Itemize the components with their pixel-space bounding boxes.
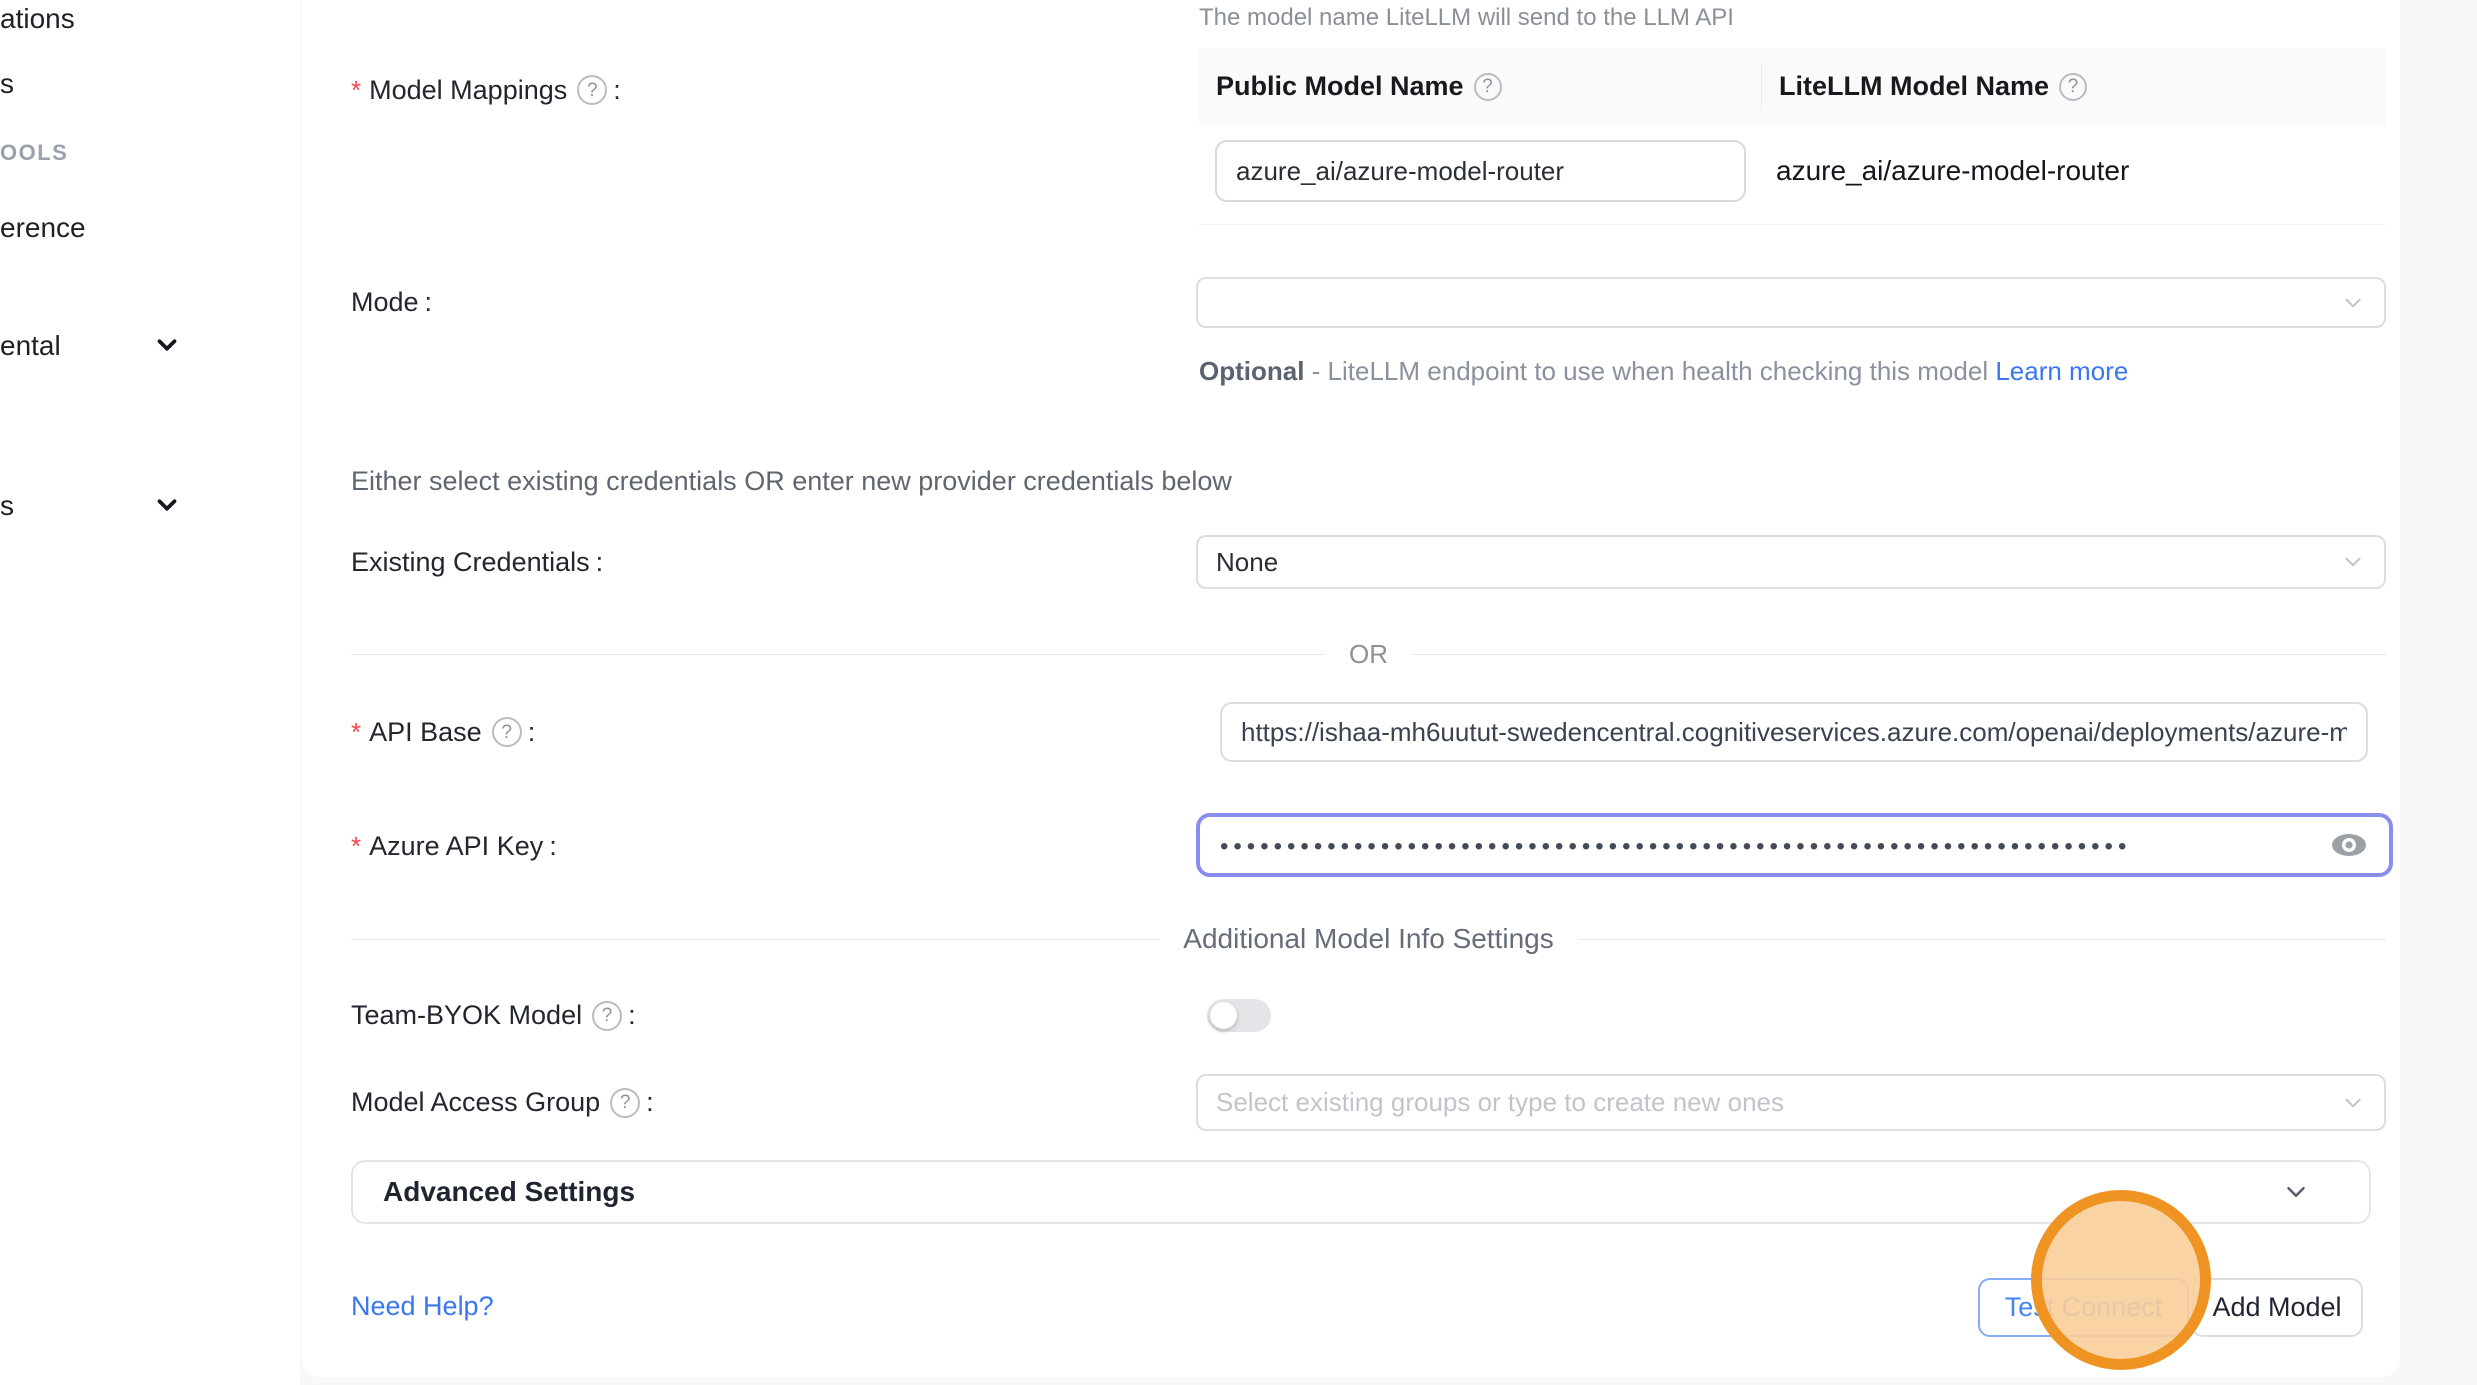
model-access-group-select[interactable]: Select existing groups or type to create… bbox=[1196, 1074, 2386, 1131]
help-circle-icon[interactable]: ? bbox=[492, 717, 522, 747]
existing-credentials-label: Existing Credentials : bbox=[351, 535, 603, 589]
chevron-down-icon bbox=[2340, 290, 2366, 316]
mode-help-text: Optional - LiteLLM endpoint to use when … bbox=[1199, 350, 2159, 392]
litellm-model-name-value: azure_ai/azure-model-router bbox=[1776, 125, 2129, 217]
need-help-link[interactable]: Need Help? bbox=[351, 1291, 494, 1322]
mode-select[interactable] bbox=[1196, 277, 2386, 328]
add-model-form: The model name LiteLLM will send to the … bbox=[300, 0, 2400, 1377]
or-divider: OR bbox=[351, 640, 2386, 668]
required-mark: * bbox=[351, 831, 361, 862]
sidebar: ations s OOLS erence ental s bbox=[0, 0, 300, 1385]
model-access-group-placeholder: Select existing groups or type to create… bbox=[1216, 1087, 1784, 1118]
help-circle-icon[interactable]: ? bbox=[2059, 73, 2087, 101]
sidebar-item-1[interactable]: ations bbox=[0, 3, 75, 35]
help-circle-icon[interactable]: ? bbox=[610, 1088, 640, 1118]
sidebar-section-tools: OOLS bbox=[0, 140, 68, 166]
divider-line bbox=[1578, 939, 2386, 940]
chevron-down-icon bbox=[2340, 549, 2366, 575]
divider-line bbox=[351, 654, 1325, 655]
additional-info-divider: Additional Model Info Settings bbox=[351, 924, 2386, 954]
litellm-model-name-header: LiteLLM Model Name ? bbox=[1761, 64, 2386, 110]
public-model-name-input[interactable] bbox=[1215, 140, 1746, 202]
add-model-button[interactable]: Add Model bbox=[2191, 1278, 2363, 1337]
mode-label: Mode : bbox=[351, 277, 432, 328]
help-circle-icon[interactable]: ? bbox=[577, 75, 607, 105]
chevron-down-icon[interactable] bbox=[152, 330, 182, 367]
credentials-note: Either select existing credentials OR en… bbox=[351, 466, 1232, 497]
toggle-knob bbox=[1210, 1002, 1237, 1029]
help-circle-icon[interactable]: ? bbox=[1474, 73, 1502, 101]
required-mark: * bbox=[351, 717, 361, 748]
advanced-settings-title: Advanced Settings bbox=[383, 1176, 635, 1208]
existing-credentials-value: None bbox=[1216, 547, 1278, 578]
learn-more-link[interactable]: Learn more bbox=[1995, 356, 2128, 386]
sidebar-item-3[interactable]: erence bbox=[0, 212, 86, 244]
eye-icon[interactable] bbox=[2329, 831, 2369, 859]
api-base-input[interactable] bbox=[1220, 702, 2368, 762]
existing-credentials-select[interactable]: None bbox=[1196, 535, 2386, 589]
model-mappings-table: Public Model Name ? LiteLLM Model Name ?… bbox=[1199, 48, 2386, 225]
chevron-down-icon bbox=[2340, 1090, 2366, 1116]
masked-api-key-value: ••••••••••••••••••••••••••••••••••••••••… bbox=[1220, 831, 2317, 859]
mappings-table-row: azure_ai/azure-model-router bbox=[1199, 125, 2386, 225]
azure-api-key-input[interactable]: ••••••••••••••••••••••••••••••••••••••••… bbox=[1196, 813, 2393, 877]
sidebar-item-2[interactable]: s bbox=[0, 68, 14, 100]
mappings-table-header: Public Model Name ? LiteLLM Model Name ? bbox=[1199, 48, 2386, 125]
chevron-down-icon[interactable] bbox=[2281, 1177, 2311, 1207]
divider-line bbox=[351, 939, 1159, 940]
team-byok-toggle[interactable] bbox=[1207, 999, 1271, 1032]
required-mark: * bbox=[351, 75, 361, 106]
azure-api-key-label: * Azure API Key : bbox=[351, 815, 557, 877]
sidebar-item-5[interactable]: s bbox=[0, 490, 14, 522]
click-highlight-circle bbox=[2031, 1190, 2211, 1370]
help-circle-icon[interactable]: ? bbox=[592, 1001, 622, 1031]
team-byok-label: Team-BYOK Model ? : bbox=[351, 999, 636, 1032]
sidebar-item-4[interactable]: ental bbox=[0, 330, 61, 362]
model-name-help-text: The model name LiteLLM will send to the … bbox=[1199, 4, 1734, 32]
model-access-group-label: Model Access Group ? : bbox=[351, 1074, 654, 1131]
api-base-label: * API Base ? : bbox=[351, 702, 535, 762]
model-mappings-label: * Model Mappings ? : bbox=[351, 60, 621, 120]
chevron-down-icon[interactable] bbox=[152, 490, 182, 527]
public-model-name-header: Public Model Name ? bbox=[1199, 71, 1761, 102]
divider-line bbox=[1412, 654, 2386, 655]
